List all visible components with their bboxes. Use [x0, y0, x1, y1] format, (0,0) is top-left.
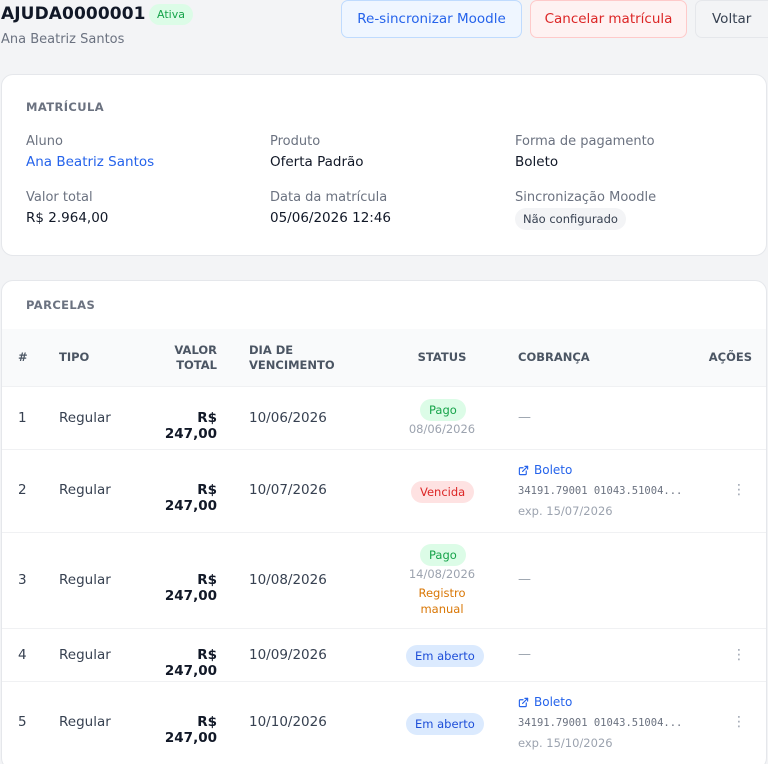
total-value: R$ 2.964,00	[26, 210, 109, 226]
boleto-expiration: exp. 15/07/2026	[518, 504, 613, 518]
payment-method-label: Forma de pagamento	[515, 134, 655, 149]
table-row: 4 Regular R$ 247,00 10/09/2026 Em aberto…	[2, 628, 766, 681]
row-value: R$ 247,00	[164, 647, 217, 679]
status-badge: Ativa	[149, 4, 193, 25]
row-number: 4	[18, 647, 27, 663]
row-value: R$ 247,00	[164, 714, 217, 746]
table-row: 3 Regular R$ 247,00 10/08/2026 Pago 14/0…	[2, 532, 766, 628]
col-charge: COBRANÇA	[518, 350, 590, 364]
row-number: 3	[18, 572, 27, 588]
product-value: Oferta Padrão	[270, 154, 364, 170]
row-due-date: 10/09/2026	[249, 647, 327, 663]
enrollment-card: MATRÍCULA Aluno Ana Beatriz Santos Produ…	[1, 74, 767, 256]
external-link-icon	[518, 465, 529, 475]
manual-registration-note: Registro manual	[402, 585, 482, 617]
col-due-date-line1: DIA DE	[249, 343, 294, 357]
boleto-link-label: Boleto	[534, 463, 573, 477]
boleto-expiration: exp. 15/10/2026	[518, 736, 613, 750]
col-status: STATUS	[417, 350, 467, 364]
manual-note-line1: Registro	[418, 586, 466, 600]
enrollment-code: AJUDA0000001	[1, 4, 146, 24]
row-number: 2	[18, 482, 27, 498]
boleto-link-label: Boleto	[534, 695, 573, 709]
row-value: R$ 247,00	[164, 482, 217, 514]
boleto-barcode: 34191.79001 01043.51004...	[518, 717, 683, 729]
enrollment-section-title: MATRÍCULA	[26, 100, 105, 114]
student-name-subtitle: Ana Beatriz Santos	[1, 32, 125, 47]
payment-method-value: Boleto	[515, 154, 559, 170]
table-header: # TIPO VALOR TOTAL DIA DE VENCIMENTO STA…	[2, 329, 766, 386]
row-due-date: 10/07/2026	[249, 482, 327, 498]
col-due-date: DIA DE VENCIMENTO	[249, 343, 335, 373]
external-link-icon	[518, 697, 529, 707]
charge-empty: —	[518, 572, 531, 587]
status-badge-open: Em aberto	[406, 645, 484, 667]
moodle-sync-badge: Não configurado	[515, 208, 626, 230]
col-due-date-line2: VENCIMENTO	[249, 358, 335, 372]
col-total-value-line1: VALOR	[174, 343, 217, 357]
student-label: Aluno	[26, 134, 63, 149]
row-due-date: 10/10/2026	[249, 714, 327, 730]
col-type: TIPO	[59, 350, 90, 364]
back-button[interactable]: Voltar	[695, 0, 768, 38]
enrollment-date-value: 05/06/2026 12:46	[270, 210, 392, 226]
row-number: 5	[18, 714, 27, 730]
enrollment-date-label: Data da matrícula	[270, 190, 388, 205]
boleto-barcode: 34191.79001 01043.51004...	[518, 485, 683, 497]
manual-note-line2: manual	[420, 602, 464, 616]
row-value: R$ 247,00	[164, 410, 217, 442]
more-vertical-icon[interactable]: ⋮	[729, 712, 749, 732]
table-row: 2 Regular R$ 247,00 10/07/2026 Vencida B…	[2, 449, 766, 532]
resync-moodle-button[interactable]: Re-sincronizar Moodle	[341, 0, 522, 38]
status-badge-overdue: Vencida	[411, 481, 475, 503]
page-header: AJUDA0000001 Ativa Ana Beatriz Santos Re…	[0, 0, 768, 56]
table-row: 1 Regular R$ 247,00 10/06/2026 Pago 08/0…	[2, 386, 766, 449]
more-vertical-icon[interactable]: ⋮	[729, 645, 749, 665]
col-total-value: VALOR TOTAL	[152, 343, 217, 373]
status-badge-paid: Pago	[420, 544, 466, 566]
row-type: Regular	[59, 714, 111, 730]
boleto-link[interactable]: Boleto	[518, 695, 572, 709]
row-value: R$ 247,00	[164, 572, 217, 604]
status-badge-paid: Pago	[420, 399, 466, 421]
row-due-date: 10/08/2026	[249, 572, 327, 588]
charge-empty: —	[518, 410, 531, 425]
row-number: 1	[18, 410, 27, 426]
installments-section-title: PARCELAS	[26, 298, 96, 312]
moodle-sync-label: Sincronização Moodle	[515, 190, 657, 205]
cancel-enrollment-button[interactable]: Cancelar matrícula	[530, 0, 687, 38]
col-total-value-line2: TOTAL	[176, 358, 217, 372]
boleto-link[interactable]: Boleto	[518, 463, 572, 477]
row-type: Regular	[59, 410, 111, 426]
row-type: Regular	[59, 572, 111, 588]
col-actions: AÇÕES	[708, 350, 752, 364]
status-badge-open: Em aberto	[406, 713, 484, 735]
payment-date: 08/06/2026	[408, 422, 476, 436]
charge-empty: —	[518, 647, 531, 662]
row-due-date: 10/06/2026	[249, 410, 327, 426]
product-label: Produto	[270, 134, 321, 149]
payment-date: 14/08/2026	[408, 567, 476, 581]
installments-card: PARCELAS # TIPO VALOR TOTAL DIA DE VENCI…	[1, 280, 767, 764]
row-type: Regular	[59, 482, 111, 498]
row-type: Regular	[59, 647, 111, 663]
student-link[interactable]: Ana Beatriz Santos	[26, 154, 154, 170]
col-number: #	[18, 350, 28, 364]
total-value-label: Valor total	[26, 190, 93, 205]
table-row: 5 Regular R$ 247,00 10/10/2026 Em aberto…	[2, 681, 766, 764]
more-vertical-icon[interactable]: ⋮	[729, 480, 749, 500]
